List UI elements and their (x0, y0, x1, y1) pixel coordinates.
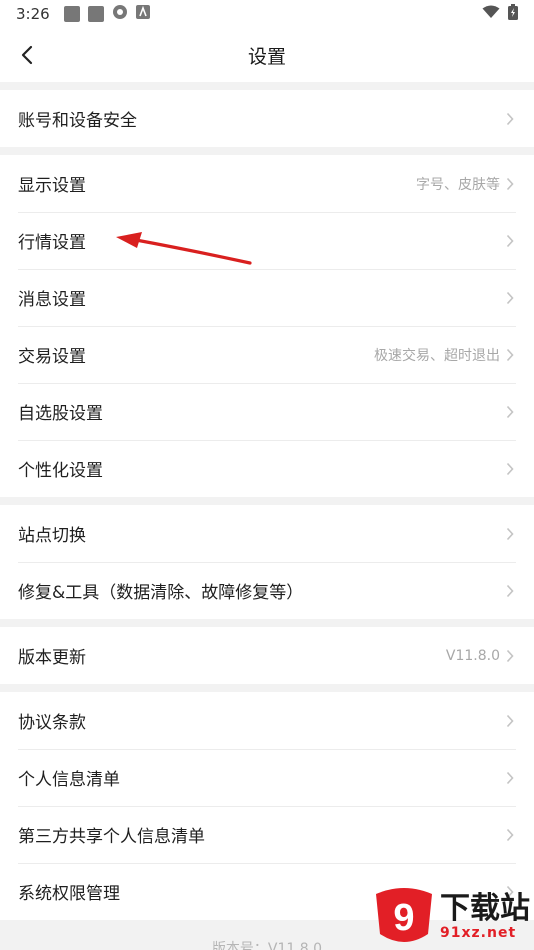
settings-item-value: 字号、皮肤等 (416, 176, 500, 193)
notification-icon (87, 6, 104, 22)
status-time: 3:26 (16, 5, 50, 23)
settings-group-version: 版本更新 V11.8.0 (0, 627, 534, 684)
settings-item-label: 站点切换 (18, 526, 86, 546)
aperture-icon (112, 4, 128, 24)
watermark-text-en: 91xz.net (440, 925, 517, 941)
settings-item-label: 消息设置 (18, 290, 86, 310)
settings-group-account: 账号和设备安全 (0, 90, 534, 147)
settings-item-trade[interactable]: 交易设置 极速交易、超时退出 (0, 326, 534, 383)
chevron-right-icon (506, 112, 516, 126)
chevron-right-icon (506, 649, 516, 663)
settings-item-third-party-sharing[interactable]: 第三方共享个人信息清单 (0, 806, 534, 863)
settings-item-label: 修复&工具（数据清除、故障修复等） (18, 583, 304, 603)
chevron-right-icon (506, 527, 516, 541)
settings-group-display: 显示设置 字号、皮肤等 行情设置 消息设置 交易设置 极速交易、超时退出 自选股… (0, 155, 534, 497)
settings-item-watchlist[interactable]: 自选股设置 (0, 383, 534, 440)
back-button[interactable] (10, 38, 44, 72)
settings-item-label: 交易设置 (18, 347, 86, 367)
settings-item-market[interactable]: 行情设置 (0, 212, 534, 269)
settings-item-version-update[interactable]: 版本更新 V11.8.0 (0, 627, 534, 684)
settings-item-label: 行情设置 (18, 233, 86, 253)
wifi-icon (482, 5, 500, 23)
chevron-right-icon (506, 828, 516, 842)
watermark: 9 下载站 91xz.net (370, 886, 530, 948)
settings-item-repair-tools[interactable]: 修复&工具（数据清除、故障修复等） (0, 562, 534, 619)
settings-item-label: 账号和设备安全 (18, 111, 137, 131)
battery-icon (508, 4, 518, 24)
chevron-right-icon (506, 771, 516, 785)
settings-item-label: 系统权限管理 (18, 884, 120, 904)
notification-icon (63, 6, 80, 22)
chevron-right-icon (506, 405, 516, 419)
page-title: 设置 (247, 45, 286, 68)
settings-item-message[interactable]: 消息设置 (0, 269, 534, 326)
chevron-right-icon (506, 714, 516, 728)
settings-item-label: 版本更新 (18, 648, 86, 668)
settings-group-tools: 站点切换 修复&工具（数据清除、故障修复等） (0, 505, 534, 619)
watermark-logo-icon: 9 (376, 888, 432, 942)
app-a-icon (135, 5, 150, 23)
settings-item-display[interactable]: 显示设置 字号、皮肤等 (0, 155, 534, 212)
settings-item-personalization[interactable]: 个性化设置 (0, 440, 534, 497)
chevron-right-icon (506, 462, 516, 476)
status-bar: 3:26 (0, 0, 534, 28)
settings-item-personal-info-list[interactable]: 个人信息清单 (0, 749, 534, 806)
watermark-text-cn: 下载站 (440, 891, 530, 926)
settings-item-label: 协议条款 (18, 713, 86, 733)
settings-item-label: 自选股设置 (18, 404, 103, 424)
settings-list: 账号和设备安全 显示设置 字号、皮肤等 行情设置 消息设置 交易设置 极速交易、… (0, 82, 534, 920)
settings-item-terms[interactable]: 协议条款 (0, 692, 534, 749)
chevron-right-icon (506, 291, 516, 305)
chevron-right-icon (506, 584, 516, 598)
chevron-right-icon (506, 234, 516, 248)
settings-item-label: 第三方共享个人信息清单 (18, 827, 205, 847)
settings-item-site-switch[interactable]: 站点切换 (0, 505, 534, 562)
annotation-arrow-icon (116, 232, 252, 265)
chevron-right-icon (506, 177, 516, 191)
app-bar: 设置 (0, 28, 534, 82)
settings-item-value: 极速交易、超时退出 (374, 347, 500, 364)
svg-text:9: 9 (393, 897, 414, 939)
settings-item-value: V11.8.0 (445, 647, 500, 664)
settings-item-label: 个人信息清单 (18, 770, 120, 790)
settings-item-account-security[interactable]: 账号和设备安全 (0, 90, 534, 147)
chevron-right-icon (506, 348, 516, 362)
settings-item-label: 个性化设置 (18, 461, 103, 481)
settings-item-label: 显示设置 (18, 176, 86, 196)
chevron-left-icon (21, 45, 33, 65)
